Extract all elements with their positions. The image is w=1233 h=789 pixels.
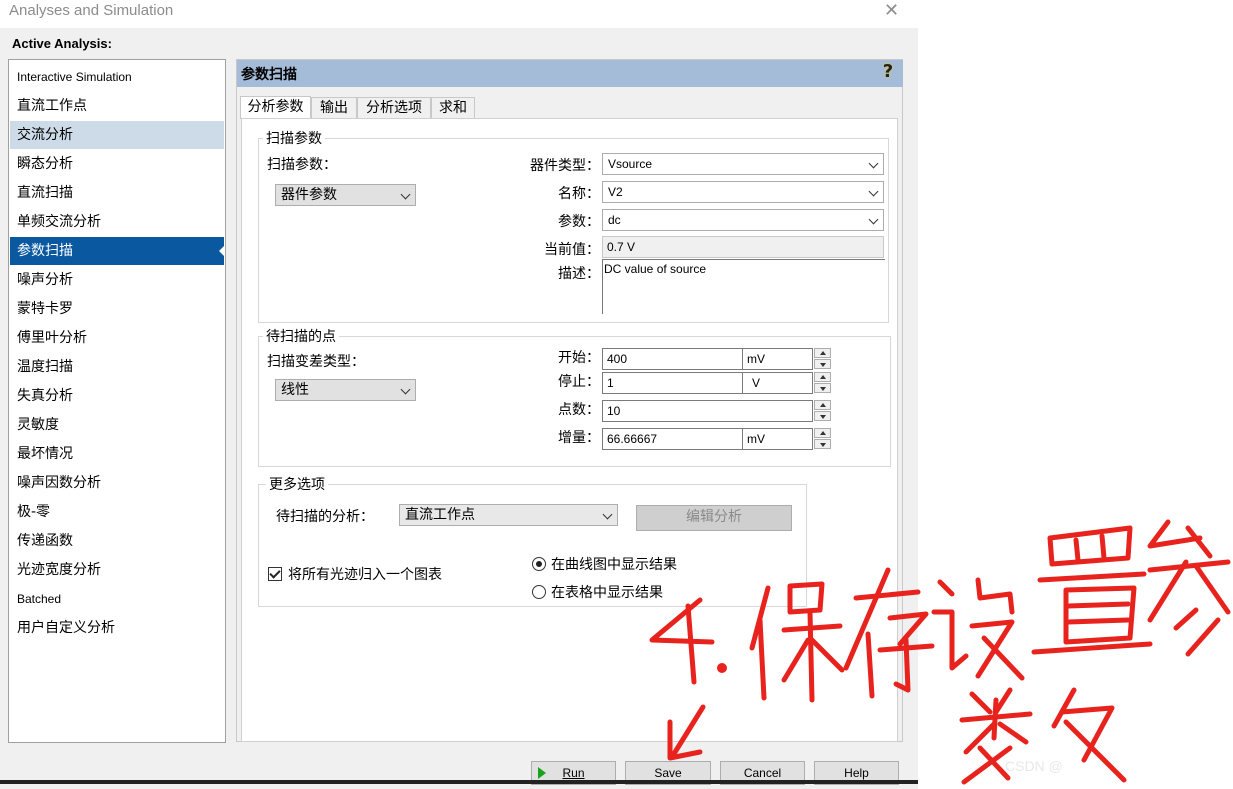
handwritten-annotation	[649, 519, 1231, 785]
watermark: CSDN @	[1005, 758, 1063, 774]
